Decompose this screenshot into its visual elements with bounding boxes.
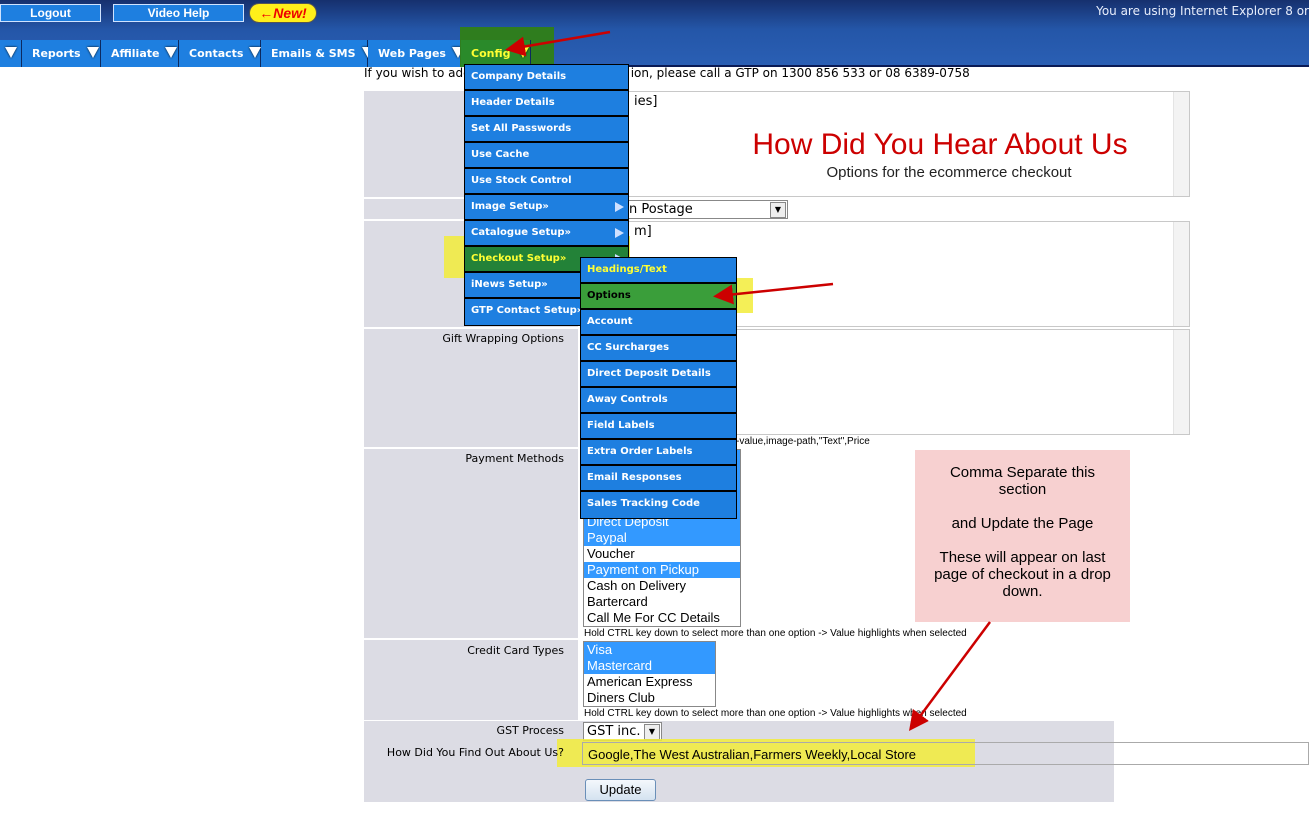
scrollbar[interactable] bbox=[1173, 222, 1189, 326]
nav-config[interactable]: Config bbox=[461, 40, 531, 67]
cc-option[interactable]: American Express bbox=[584, 674, 715, 690]
menu-company-details[interactable]: Company Details bbox=[465, 65, 628, 91]
new-badge: ←New! bbox=[249, 3, 317, 23]
ctrl-hint: Hold CTRL key down to select more than o… bbox=[584, 708, 967, 719]
cc-option[interactable]: Diners Club bbox=[584, 690, 715, 706]
browser-notice: You are using Internet Explorer 8 or bbox=[1096, 4, 1309, 18]
payment-option[interactable]: Call Me For CC Details bbox=[584, 610, 740, 626]
gift-wrapping-label: Gift Wrapping Options bbox=[442, 332, 564, 345]
submenu-options[interactable]: Options bbox=[581, 284, 736, 310]
submenu-field-labels[interactable]: Field Labels bbox=[581, 414, 736, 440]
chevron-down-icon: ▼ bbox=[770, 202, 786, 218]
label-cell bbox=[364, 449, 578, 638]
update-button[interactable]: Update bbox=[585, 779, 656, 801]
yellow-highlight bbox=[735, 278, 753, 313]
payment-option[interactable]: Voucher bbox=[584, 546, 740, 562]
video-help-button[interactable]: Video Help bbox=[113, 4, 244, 22]
submenu-email-responses[interactable]: Email Responses bbox=[581, 466, 736, 492]
find-out-input[interactable]: Google,The West Australian,Farmers Weekl… bbox=[582, 742, 1309, 765]
payment-option[interactable]: Bartercard bbox=[584, 594, 740, 610]
cc-option[interactable]: Mastercard bbox=[584, 658, 715, 674]
nav-label: Emails & SMS bbox=[271, 47, 356, 60]
nav-label: Affiliate bbox=[111, 47, 160, 60]
credit-card-listbox[interactable]: Visa Mastercard American Express Diners … bbox=[583, 641, 716, 707]
ctrl-hint: Hold CTRL key down to select more than o… bbox=[584, 628, 967, 639]
menu-image-setup[interactable]: Image Setup» bbox=[465, 195, 628, 221]
scrollbar[interactable] bbox=[1173, 330, 1189, 434]
menu-use-cache[interactable]: Use Cache bbox=[465, 143, 628, 169]
dropdown-triangle-icon bbox=[5, 47, 17, 58]
nav-reports[interactable]: Reports bbox=[22, 40, 101, 67]
submenu-extra-order-labels[interactable]: Extra Order Labels bbox=[581, 440, 736, 466]
find-out-label: How Did You Find Out About Us? bbox=[386, 746, 564, 759]
menu-header-details[interactable]: Header Details bbox=[465, 91, 628, 117]
annotation-title: How Did You Hear About Us bbox=[752, 128, 1128, 161]
submenu-sales-tracking-code[interactable]: Sales Tracking Code bbox=[581, 492, 736, 518]
nav-affiliate[interactable]: Affiliate bbox=[101, 40, 179, 67]
submenu-arrow-icon bbox=[615, 202, 624, 212]
logout-button[interactable]: Logout bbox=[0, 4, 101, 22]
menu-set-all-passwords[interactable]: Set All Passwords bbox=[465, 117, 628, 143]
submenu-account[interactable]: Account bbox=[581, 310, 736, 336]
annotation-subtitle: Options for the ecommerce checkout bbox=[826, 164, 1072, 181]
submenu-away-controls[interactable]: Away Controls bbox=[581, 388, 736, 414]
submenu-direct-deposit-details[interactable]: Direct Deposit Details bbox=[581, 362, 736, 388]
submenu-cc-surcharges[interactable]: CC Surcharges bbox=[581, 336, 736, 362]
submenu-headings-text[interactable]: Headings/Text bbox=[581, 258, 736, 284]
nav-web-pages[interactable]: Web Pages bbox=[368, 40, 464, 67]
payment-option[interactable]: Cash on Delivery bbox=[584, 578, 740, 594]
info-text: If you wish to add ion, please call a GTP… bbox=[364, 66, 970, 80]
nav-label: Reports bbox=[32, 47, 81, 60]
annotation-note: Comma Separate this section and Update t… bbox=[915, 450, 1130, 622]
nav-item-hidden[interactable] bbox=[0, 40, 22, 67]
gst-label: GST Process bbox=[496, 724, 564, 737]
checkout-submenu: Headings/Text Options Account CC Surchar… bbox=[580, 257, 737, 519]
menu-catalogue-setup[interactable]: Catalogue Setup» bbox=[465, 221, 628, 247]
submenu-arrow-icon bbox=[615, 228, 624, 238]
nav-emails-sms[interactable]: Emails & SMS bbox=[261, 40, 374, 67]
dropdown-triangle-icon bbox=[249, 47, 262, 58]
dropdown-triangle-icon bbox=[86, 47, 99, 58]
cc-option[interactable]: Visa bbox=[584, 642, 715, 658]
payment-option[interactable]: Paypal bbox=[584, 530, 740, 546]
dropdown-triangle-icon bbox=[165, 47, 178, 58]
chevron-down-icon: ▼ bbox=[644, 724, 660, 740]
nav-label: Web Pages bbox=[378, 47, 446, 60]
dropdown-triangle-icon bbox=[516, 47, 529, 58]
label-cell bbox=[364, 329, 578, 447]
gift-hint: -value,image-path,"Text",Price bbox=[736, 436, 870, 447]
payment-methods-label: Payment Methods bbox=[465, 452, 564, 465]
nav-label: Contacts bbox=[189, 47, 244, 60]
payment-option[interactable]: Payment on Pickup bbox=[584, 562, 740, 578]
credit-card-types-label: Credit Card Types bbox=[467, 644, 564, 657]
menu-use-stock-control[interactable]: Use Stock Control bbox=[465, 169, 628, 195]
nav-contacts[interactable]: Contacts bbox=[179, 40, 262, 67]
nav-label: Config bbox=[471, 47, 511, 60]
